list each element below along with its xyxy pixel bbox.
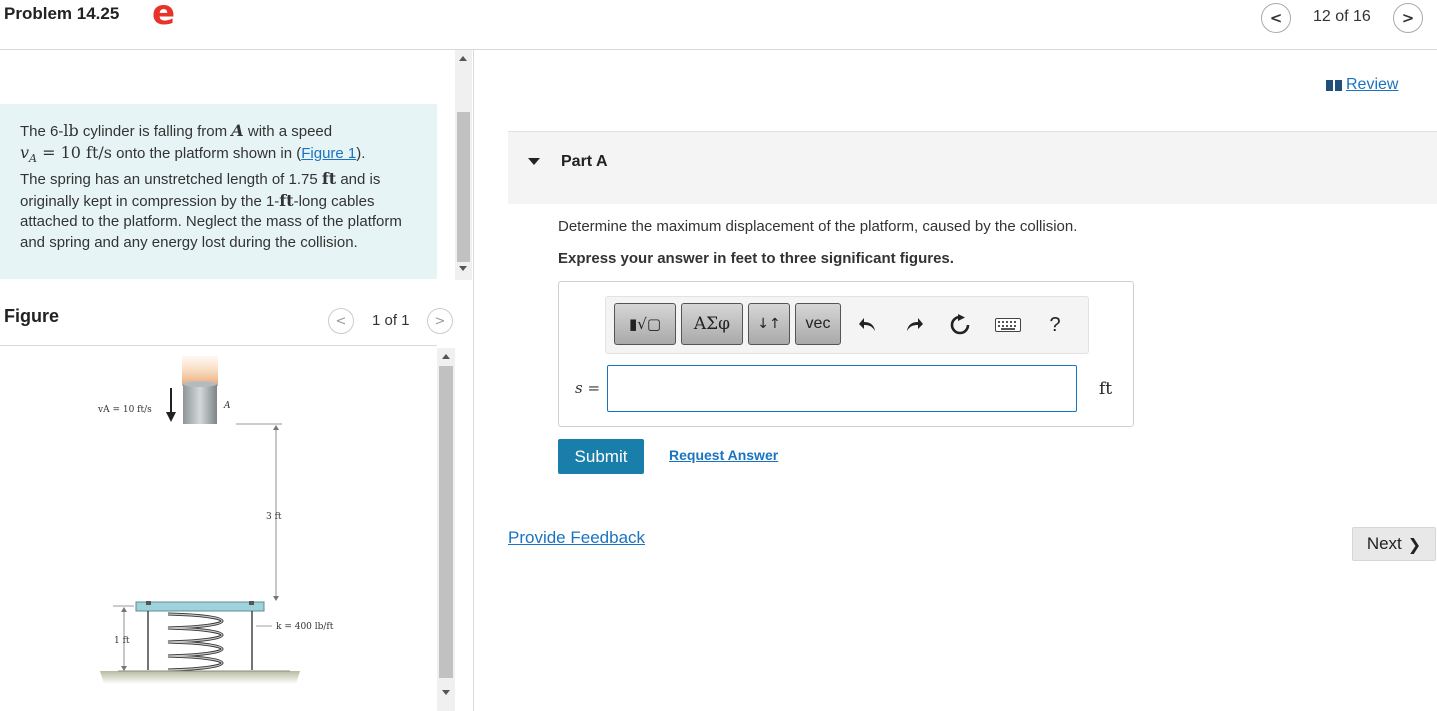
platform-bolt [146,601,151,605]
undo-icon[interactable] [854,311,882,339]
velocity-subscript: A [29,151,37,165]
problem-counter: 12 of 16 [1313,8,1371,25]
next-figure-button[interactable]: > [427,308,453,334]
question-text: Determine the maximum displacement of th… [558,218,1078,235]
spring-constant-label: k = 400 lb/ft [276,622,334,632]
equals-sign: = [582,379,601,397]
unit-ft: ft [321,169,337,188]
unit-lb: lb [63,121,79,140]
book-icon [1326,79,1342,91]
point-a-label: A [223,401,231,411]
previous-figure-button[interactable]: < [328,308,354,334]
caret-down-icon[interactable] [528,158,540,165]
problem-title: Problem 14.25 [4,4,120,23]
problem-text: ). [356,144,366,162]
answer-box: ▮√▢ ΑΣφ ↓↑ vec ? s = ft [558,281,1134,427]
problem-text: cylinder is falling from [78,123,232,140]
problem-text: with a speed [243,123,333,140]
reset-icon[interactable] [946,311,974,339]
scroll-thumb[interactable] [439,366,453,678]
part-a-header[interactable]: Part A [508,131,1437,204]
figure-heading: Figure [4,306,60,326]
review-link[interactable]: Review [1326,76,1398,94]
unit-ft: ft [279,190,294,210]
unit-label: ft [1099,379,1113,399]
velocity-symbol: v [20,142,30,162]
scroll-thumb[interactable] [457,112,470,262]
point-a: A [231,121,244,140]
scroll-up-icon[interactable] [442,354,450,359]
math-toolbar: ▮√▢ ΑΣφ ↓↑ vec ? [605,296,1089,354]
header: Problem 14.25 e < 12 of 16 > [0,0,1437,50]
next-button[interactable]: Next ❯ [1352,527,1436,561]
instruction-text: Express your answer in feet to three sig… [558,250,954,267]
dimension-label-3ft: 3 ft [266,512,282,522]
sort-arrows-button[interactable]: ↓↑ [748,303,790,345]
velocity-label: vA = 10 ft/s [97,405,152,415]
figure-separator [0,345,437,346]
scroll-down-icon[interactable] [442,690,450,695]
etext-icon[interactable]: e [152,0,175,30]
chevron-right-icon: ❯ [1407,534,1422,554]
figure-link[interactable]: Figure 1 [301,145,356,162]
scroll-up-icon[interactable] [459,56,467,61]
next-label: Next [1366,534,1402,553]
ground [100,671,300,684]
velocity-arrow-head [166,412,176,422]
submit-button[interactable]: Submit [558,439,644,474]
templates-button[interactable]: ▮√▢ [614,303,676,345]
redo-icon[interactable] [900,311,928,339]
column-divider[interactable] [473,50,474,711]
cylinder [183,384,217,424]
dimension-arrow [121,666,127,671]
review-label: Review [1346,76,1399,93]
request-answer-link[interactable]: Request Answer [669,447,778,463]
platform [135,601,265,612]
figure-image: vA = 10 ft/s A 3 ft k = 400 lb/ft 1 ft [97,356,334,684]
greek-letters-button[interactable]: ΑΣφ [681,303,743,345]
variable-label: s = [575,379,600,397]
dimension-label-1ft: 1 ft [114,636,130,646]
figure-counter: 1 of 1 [372,312,410,329]
platform-bolt [249,601,254,605]
problem-text: onto the platform shown in ( [111,144,302,162]
keyboard-icon[interactable] [992,311,1024,339]
problem-text: The spring has an unstretched length of … [20,171,322,188]
figure-scrollbar[interactable] [437,348,455,711]
provide-feedback-link[interactable]: Provide Feedback [508,528,645,548]
previous-problem-button[interactable]: < [1261,3,1291,33]
cylinder-top [183,381,217,387]
scroll-down-icon[interactable] [459,266,467,271]
problem-text: The 6- [20,123,64,140]
velocity-value: = 10 ft/s [37,142,112,162]
problem-scrollbar[interactable] [455,50,472,280]
variable-symbol: s [575,379,583,397]
answer-input[interactable] [607,365,1077,412]
part-title: Part A [561,153,608,170]
next-problem-button[interactable]: > [1393,3,1423,33]
vector-button[interactable]: vec [795,303,841,345]
dimension-arrow [273,425,279,430]
problem-statement: The 6-lb cylinder is falling from A with… [0,104,437,279]
help-icon[interactable]: ? [1042,311,1068,339]
dimension-arrow [273,596,279,601]
dimension-arrow [121,607,127,612]
